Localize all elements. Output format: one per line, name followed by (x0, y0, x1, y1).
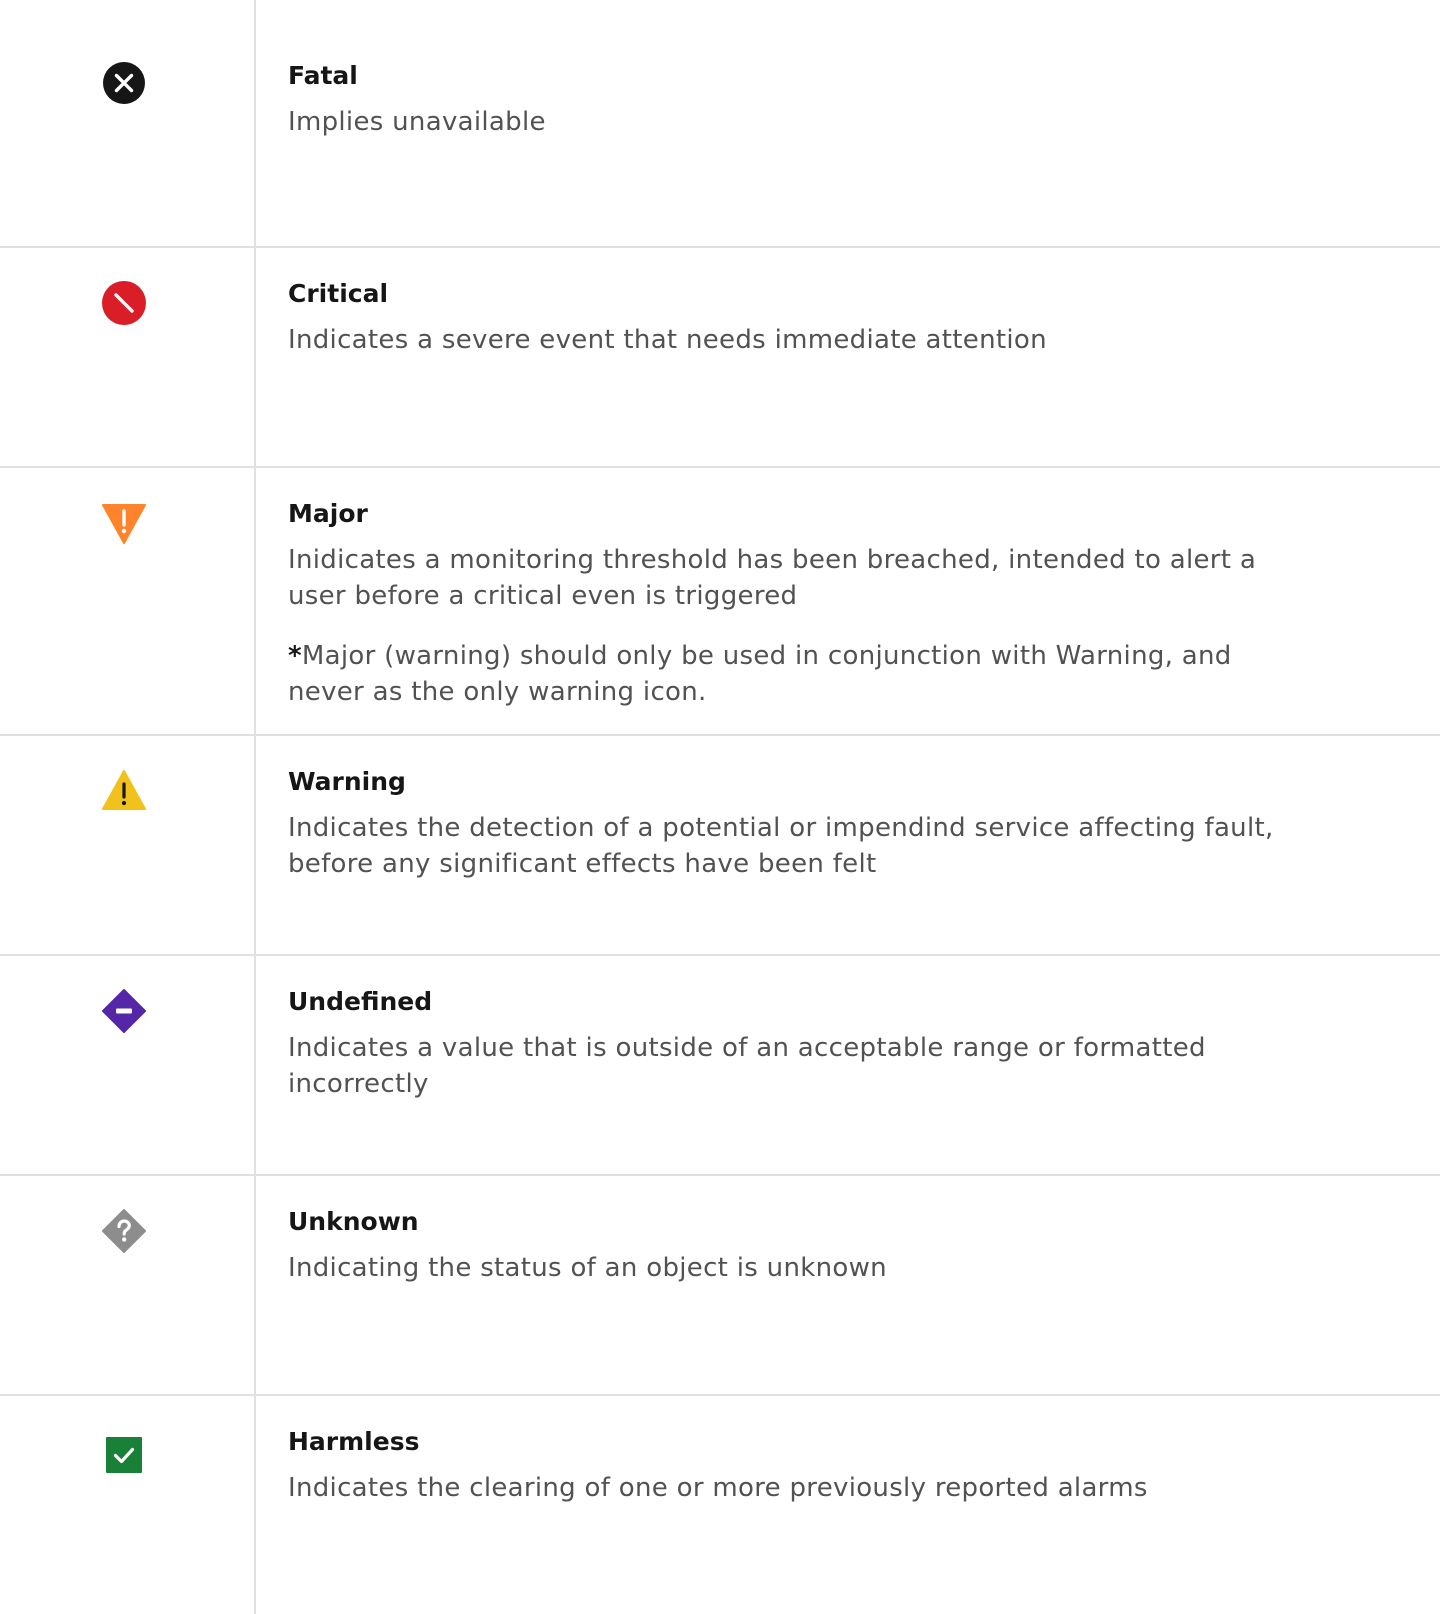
status-row-harmless: Harmless Indicates the clearing of one o… (0, 1396, 1440, 1614)
warning-triangle-icon (101, 768, 147, 814)
status-description: Indicates the detection of a potential o… (288, 813, 1274, 879)
fatal-x-circle-icon (101, 60, 147, 106)
status-row-critical: Critical Indicates a severe event that n… (0, 248, 1440, 468)
status-row-warning: Warning Indicates the detection of a pot… (0, 736, 1440, 956)
status-note: *Major (warning) should only be used in … (288, 638, 1298, 710)
status-title: Critical (288, 279, 389, 308)
status-text-critical: Critical Indicates a severe event that n… (288, 276, 1298, 358)
status-row-major: Major Inidicates a monitoring threshold … (0, 468, 1440, 736)
status-title: Unknown (288, 1207, 419, 1236)
status-row-fatal: Fatal Implies unavailable (0, 0, 1440, 248)
status-text-warning: Warning Indicates the detection of a pot… (288, 764, 1298, 882)
status-title: Fatal (288, 61, 358, 90)
harmless-checkmark-square-icon (101, 1432, 147, 1478)
status-text-undefined: Undefined Indicates a value that is outs… (288, 984, 1298, 1102)
status-row-undefined: Undefined Indicates a value that is outs… (0, 956, 1440, 1176)
status-description: Indicating the status of an object is un… (288, 1253, 887, 1283)
major-inverted-triangle-icon (101, 500, 147, 546)
status-title: Undefined (288, 987, 433, 1016)
status-description: Indicates a value that is outside of an … (288, 1033, 1206, 1099)
status-icon-table: Fatal Implies unavailable Critical Indic… (0, 0, 1440, 1614)
status-description: Inidicates a monitoring threshold has be… (288, 545, 1257, 611)
critical-slash-circle-icon (101, 280, 147, 326)
status-text-fatal: Fatal Implies unavailable (288, 58, 1298, 140)
status-text-major: Major Inidicates a monitoring threshold … (288, 496, 1298, 710)
status-row-unknown: Unknown Indicating the status of an obje… (0, 1176, 1440, 1396)
note-asterisk: * (288, 641, 302, 671)
status-title: Warning (288, 767, 406, 796)
status-description: Indicates a severe event that needs imme… (288, 325, 1047, 355)
status-title: Harmless (288, 1427, 420, 1456)
status-text-unknown: Unknown Indicating the status of an obje… (288, 1204, 1298, 1286)
undefined-diamond-icon (101, 988, 147, 1034)
status-text-harmless: Harmless Indicates the clearing of one o… (288, 1424, 1298, 1506)
note-text: Major (warning) should only be used in c… (288, 641, 1232, 707)
status-description: Implies unavailable (288, 107, 546, 137)
status-description: Indicates the clearing of one or more pr… (288, 1473, 1148, 1503)
status-title: Major (288, 499, 368, 528)
unknown-question-diamond-icon (101, 1208, 147, 1254)
